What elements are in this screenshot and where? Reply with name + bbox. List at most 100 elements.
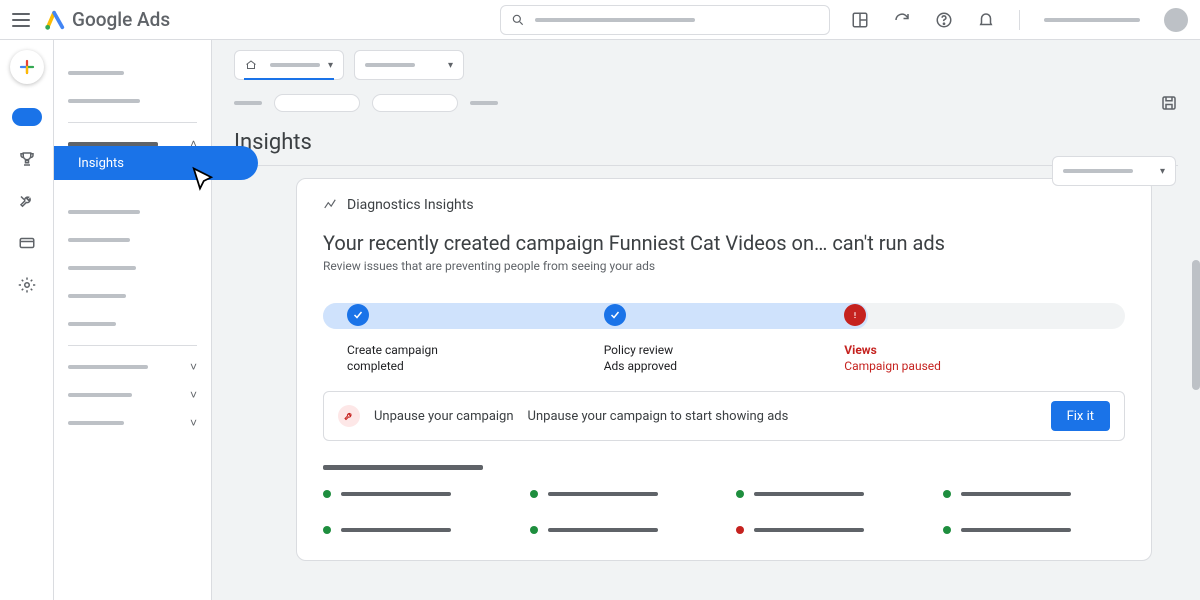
billing-icon[interactable]	[18, 234, 36, 252]
google-ads-logo-icon	[44, 9, 66, 31]
step-label: Policy reviewAds approved	[604, 342, 677, 374]
list-item[interactable]	[530, 490, 713, 498]
search-placeholder-skeleton	[535, 18, 695, 22]
chip-skeleton	[234, 101, 262, 105]
section-heading-skeleton	[323, 465, 483, 470]
insights-spark-icon	[323, 198, 337, 212]
nav-item[interactable]	[68, 257, 197, 279]
fix-detail: Unpause your campaign to start showing a…	[528, 409, 789, 424]
wrench-error-icon	[338, 405, 360, 427]
card-header: Diagnostics Insights	[323, 197, 1125, 213]
header-actions	[851, 8, 1188, 32]
fix-suggestion-row: Unpause your campaign Unpause your campa…	[323, 391, 1125, 441]
reports-icon[interactable]	[851, 11, 869, 29]
card-title: Your recently created campaign Funniest …	[323, 231, 1125, 255]
status-dot-icon	[943, 526, 951, 534]
chevron-down-icon: ˅	[190, 360, 197, 374]
side-nav: ˄ ˅ ˅ ˅ Insights	[54, 40, 212, 600]
divider	[1019, 10, 1020, 30]
list-item-skeleton	[548, 528, 658, 532]
hamburger-menu-icon[interactable]	[12, 13, 30, 27]
daterange-dropdown[interactable]: ▾	[1052, 156, 1176, 186]
step-label: Create campaigncompleted	[347, 342, 438, 374]
create-button[interactable]	[10, 50, 44, 84]
list-item[interactable]	[323, 490, 506, 498]
check-icon	[347, 304, 369, 326]
list-item-skeleton	[754, 528, 864, 532]
list-item-skeleton	[341, 528, 451, 532]
alert-icon	[844, 304, 866, 326]
search-input[interactable]	[500, 5, 830, 35]
left-rail	[0, 40, 54, 600]
card-subtitle: Review issues that are preventing people…	[323, 259, 1125, 273]
account-skeleton[interactable]	[1044, 18, 1140, 22]
plus-icon	[18, 58, 36, 76]
list-item[interactable]	[530, 526, 713, 534]
refresh-icon[interactable]	[893, 11, 911, 29]
filter-chip[interactable]	[274, 94, 360, 112]
search-icon	[511, 13, 525, 27]
status-dot-icon	[736, 526, 744, 534]
progress-step: Policy reviewAds approved	[604, 304, 677, 374]
page-title: Insights	[212, 112, 1200, 165]
sidebar-item-label: Insights	[78, 156, 124, 171]
product-logo[interactable]: Google Ads	[44, 8, 170, 31]
nav-item-expandable[interactable]: ˅	[68, 384, 197, 406]
notifications-icon[interactable]	[977, 11, 995, 29]
main-content: ▾ ▾ Insights ▾ Diagnostics Insights Your…	[212, 40, 1200, 600]
nav-item-expandable[interactable]: ˅	[68, 412, 197, 434]
card-header-label: Diagnostics Insights	[347, 197, 474, 213]
scope-toolbar: ▾ ▾	[212, 40, 1200, 90]
status-dot-icon	[943, 490, 951, 498]
nav-item[interactable]	[68, 201, 197, 223]
status-dot-icon	[530, 490, 538, 498]
status-dot-icon	[323, 490, 331, 498]
status-dot-icon	[530, 526, 538, 534]
list-item-skeleton	[548, 492, 658, 496]
rail-item-overview[interactable]	[12, 108, 42, 126]
avatar[interactable]	[1164, 8, 1188, 32]
progress-step: ViewsCampaign paused	[844, 304, 941, 374]
step-label: ViewsCampaign paused	[844, 342, 941, 374]
chevron-down-icon: ▾	[448, 60, 453, 71]
nav-item[interactable]	[68, 90, 197, 112]
scrollbar-thumb[interactable]	[1192, 260, 1200, 390]
list-item-skeleton	[754, 492, 864, 496]
nav-item[interactable]	[68, 229, 197, 251]
list-item[interactable]	[736, 490, 919, 498]
divider	[234, 165, 1178, 166]
fix-label: Unpause your campaign	[374, 409, 514, 424]
list-item[interactable]	[943, 490, 1126, 498]
save-icon[interactable]	[1160, 94, 1178, 112]
help-icon[interactable]	[935, 11, 953, 29]
cursor-icon	[190, 166, 220, 196]
list-item-skeleton	[961, 528, 1071, 532]
nav-item-expandable[interactable]: ˅	[68, 356, 197, 378]
trophy-icon[interactable]	[18, 150, 36, 168]
nav-item[interactable]	[68, 313, 197, 335]
sidebar-item-insights[interactable]: Insights	[54, 146, 258, 180]
progress-steps: Create campaigncompletedPolicy reviewAds…	[323, 301, 1125, 331]
chevron-down-icon: ˅	[190, 388, 197, 402]
list-item[interactable]	[736, 526, 919, 534]
chevron-down-icon: ˅	[190, 416, 197, 430]
list-item[interactable]	[943, 526, 1126, 534]
tools-icon[interactable]	[18, 192, 36, 210]
filter-chip[interactable]	[372, 94, 458, 112]
nav-item[interactable]	[68, 285, 197, 307]
check-icon	[604, 304, 626, 326]
chip-skeleton	[470, 101, 498, 105]
home-icon	[245, 59, 257, 71]
account-dropdown[interactable]: ▾	[234, 50, 344, 80]
status-dot-icon	[736, 490, 744, 498]
fix-it-button[interactable]: Fix it	[1051, 401, 1110, 431]
settings-icon[interactable]	[18, 276, 36, 294]
filter-chips	[212, 90, 1200, 112]
status-dot-icon	[323, 526, 331, 534]
list-item-skeleton	[341, 492, 451, 496]
top-header: Google Ads	[0, 0, 1200, 40]
campaign-dropdown[interactable]: ▾	[354, 50, 464, 80]
nav-item[interactable]	[68, 62, 197, 84]
brand-text: Google Ads	[72, 8, 170, 31]
list-item[interactable]	[323, 526, 506, 534]
